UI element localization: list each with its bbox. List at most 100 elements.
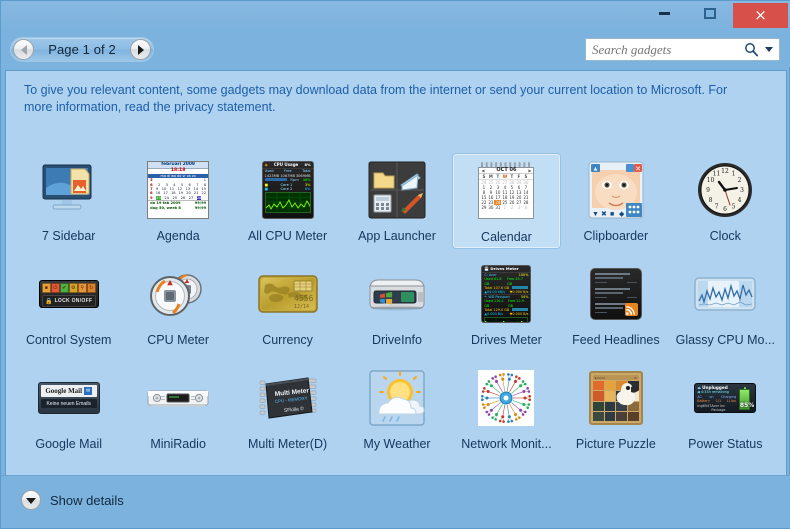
svg-text:12: 12 [721, 168, 729, 175]
svg-text:▲: ▲ [592, 167, 598, 173]
svg-text:■: ■ [610, 211, 614, 218]
page-navigator: Page 1 of 2 [10, 37, 154, 62]
svg-text:4: 4 [738, 197, 742, 204]
title-bar[interactable]: × [1, 1, 790, 29]
gadget-label: Clipboarder [584, 229, 649, 243]
svg-text:✕: ✕ [635, 166, 641, 173]
svg-text:8: 8 [709, 197, 713, 204]
gadget-label: My Weather [363, 437, 430, 451]
window-controls: × [641, 1, 790, 29]
gadget-item-calendar[interactable]: ◀OCT 06▶ SMTWTFS 24252627282930123456789… [452, 153, 561, 249]
chevron-down-icon [765, 47, 773, 52]
gadget-label: Picture Puzzle [576, 437, 656, 451]
gadget-item-my-weather[interactable]: My Weather [342, 361, 451, 457]
svg-text:2: 2 [738, 177, 742, 184]
search-dropdown-button[interactable] [761, 40, 777, 60]
search-input[interactable] [586, 41, 741, 59]
search-icon[interactable] [741, 40, 761, 60]
gadget-label: Power Status [688, 437, 762, 451]
radio-receiver-icon [144, 367, 212, 429]
gadget-label: Agenda [157, 229, 200, 243]
gadget-item-all-cpu-meter[interactable]: ◉ CPU Usage8% UsedFreeTotal 1423MB1067MB… [233, 153, 342, 249]
gadget-item-control-system[interactable]: ■⏻✔⚙⚲↻ 🔒 LOCK ON/OFF Control System [14, 257, 123, 353]
gadget-label: Google Mail [35, 437, 102, 451]
gadget-item-driveinfo[interactable]: DriveInfo [342, 257, 451, 353]
gadget-item-clipboarder[interactable]: ▲ ✕ ▼✖■◆ Clipboarder [561, 153, 670, 249]
glassy-cpu-monitor-icon [691, 263, 759, 325]
chevron-left-icon [21, 45, 27, 55]
gadget-item-picture-puzzle[interactable]: ■ 00:00⚙ Picture Puzzle [561, 361, 670, 457]
gadget-item-miniradio[interactable]: MiniRadio [123, 361, 232, 457]
gadget-item-cpu-meter[interactable]: CPU Meter [123, 257, 232, 353]
gadget-item-network-monit[interactable]: Network Monit... [452, 361, 561, 457]
svg-text:11: 11 [713, 171, 721, 178]
gadget-label: Feed Headlines [572, 333, 660, 347]
analog-clock-icon: 12123 4567 891011 [691, 159, 759, 221]
show-details-button[interactable]: Show details [21, 490, 124, 510]
gadget-label: Glassy CPU Mo... [676, 333, 775, 347]
privacy-notice: To give you relevant content, some gadge… [24, 82, 754, 116]
gadget-item-drives-meter[interactable]: 💾Drives Meter C: Acer100% Used 61.8 GBFr… [452, 257, 561, 353]
show-details-label: Show details [50, 493, 124, 508]
svg-text:9: 9 [706, 187, 710, 194]
hard-drive-icon [363, 263, 431, 325]
gadget-item-glassy-cpu-mo[interactable]: Glassy CPU Mo... [671, 257, 780, 353]
gadget-label: Currency [262, 333, 313, 347]
desktop-gadgets-window: × Page 1 of 2 To give you relevant conte… [0, 0, 790, 529]
svg-text:▼: ▼ [592, 211, 599, 218]
gadget-label: App Launcher [358, 229, 436, 243]
minimize-button[interactable] [641, 1, 687, 25]
gadget-label: Calendar [481, 230, 532, 244]
all-cpu-meter-icon: ◉ CPU Usage8% UsedFreeTotal 1423MB1067MB… [254, 159, 322, 221]
control-system-icon: ■⏻✔⚙⚲↻ 🔒 LOCK ON/OFF [35, 263, 103, 325]
battery-status-icon: ⏏Unplugged ◀ 4:33h remaining AConChargin… [691, 367, 759, 429]
monitor-sidebar-icon [35, 159, 103, 221]
chevron-down-icon [26, 498, 36, 504]
previous-page-button[interactable] [13, 39, 34, 60]
gadget-item-power-status[interactable]: ⏏Unplugged ◀ 4:33h remaining AConChargin… [671, 361, 780, 457]
close-icon: × [754, 8, 767, 23]
minimize-icon [659, 12, 670, 15]
gadget-label: Clock [710, 229, 741, 243]
gadget-item-agenda[interactable]: februari 2009 18:18 ma di wo do vr za zo… [123, 153, 232, 249]
gadget-item-currency[interactable]: 4556 12/14 Currency [233, 257, 342, 353]
gadget-grid: 7 Sidebar februari 2009 18:18 ma di wo d… [14, 153, 780, 457]
drives-meter-icon: 💾Drives Meter C: Acer100% Used 61.8 GBFr… [472, 263, 540, 325]
gadget-item-app-launcher[interactable]: App Launcher [342, 153, 451, 249]
gadget-item-feed-headlines[interactable]: Feed Headlines [561, 257, 670, 353]
gadget-label: Drives Meter [471, 333, 542, 347]
close-button[interactable]: × [733, 3, 788, 28]
maximize-button[interactable] [687, 1, 733, 25]
svg-text:✖: ✖ [601, 211, 607, 218]
clipboarder-icon: ▲ ✕ ▼✖■◆ [582, 159, 650, 221]
svg-text:4556: 4556 [294, 294, 313, 303]
google-mail-icon: Google Mail ✉ Keine neuen Emails [35, 367, 103, 429]
multi-meter-chip-icon: Multi Meter CPU - MEMORY SFkilla © [254, 367, 322, 429]
gadget-label: MiniRadio [150, 437, 206, 451]
weather-sun-cloud-icon [363, 367, 431, 429]
gadget-label: DriveInfo [372, 333, 422, 347]
svg-text:10: 10 [707, 177, 715, 184]
search-box[interactable] [585, 38, 780, 61]
gadget-label: 7 Sidebar [42, 229, 96, 243]
maximize-icon [704, 8, 716, 19]
currency-card-icon: 4556 12/14 [254, 263, 322, 325]
network-monitor-icon [472, 367, 540, 429]
footer-bar: Show details [1, 475, 790, 528]
picture-puzzle-icon: ■ 00:00⚙ [582, 367, 650, 429]
next-page-button[interactable] [130, 39, 151, 60]
gadget-item-clock[interactable]: 12123 4567 891011 Clock [671, 153, 780, 249]
svg-text:3: 3 [740, 187, 744, 194]
svg-text:6: 6 [723, 206, 727, 213]
app-launcher-icon [363, 159, 431, 221]
agenda-calendar-icon: februari 2009 18:18 ma di wo do vr za zo… [144, 159, 212, 221]
gadget-label: Network Monit... [461, 437, 551, 451]
gadget-label: Control System [26, 333, 111, 347]
chevron-right-icon [138, 45, 144, 55]
gadget-item-google-mail[interactable]: Google Mail ✉ Keine neuen Emails Google … [14, 361, 123, 457]
gadget-label: All CPU Meter [248, 229, 327, 243]
gadget-item-multi-meter-d[interactable]: Multi Meter CPU - MEMORY SFkilla © Multi… [233, 361, 342, 457]
gadget-item-7-sidebar[interactable]: 7 Sidebar [14, 153, 123, 249]
show-details-toggle-icon[interactable] [21, 490, 41, 510]
cpu-meter-gauge-icon [144, 263, 212, 325]
